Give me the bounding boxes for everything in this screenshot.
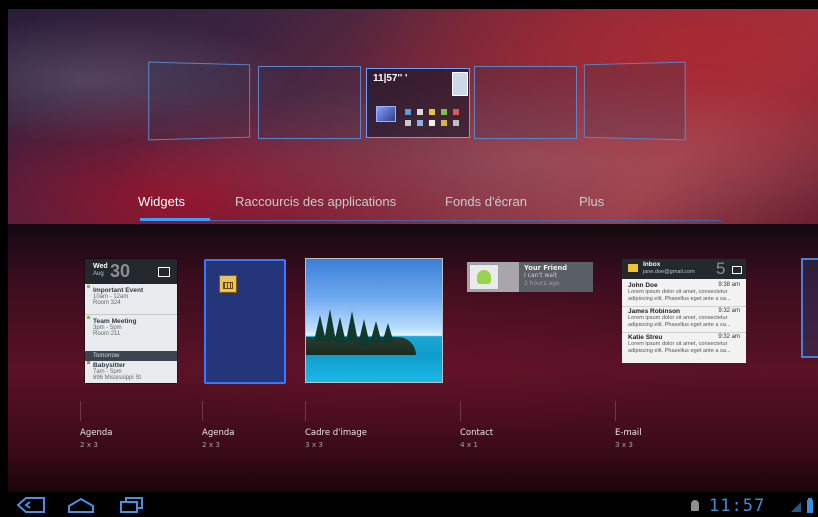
widget-preview-agenda-large[interactable]: Wed Aug 30 Important Event 10am - 12am R…	[85, 259, 177, 383]
compose-icon	[732, 266, 742, 274]
agenda-day-number: 30	[110, 261, 131, 281]
tab-widgets[interactable]: Widgets	[138, 194, 185, 209]
email-snippet: Lorem ipsum dolor sit amet, consectetur	[628, 315, 728, 321]
label-divider	[460, 401, 461, 421]
android-notification-icon[interactable]	[688, 499, 702, 513]
contact-time: 2 hours ago	[524, 280, 560, 287]
calendar-icon	[219, 275, 237, 293]
email-snippet: adipiscing elit. Phasellus eget ante a s…	[628, 322, 731, 328]
homescreen-panel-4[interactable]	[474, 66, 577, 139]
agenda-header: Wed Aug 30	[85, 259, 177, 284]
email-snippet: Lorem ipsum dolor sit amet, consectetur	[628, 341, 728, 347]
email-time: 9:32 am	[718, 334, 740, 340]
tab-app-shortcuts[interactable]: Raccourcis des applications	[235, 194, 396, 209]
photo-tree	[370, 321, 382, 343]
photo-tree	[334, 317, 346, 343]
app-icon	[417, 109, 423, 115]
homescreen-mini-widget	[452, 72, 468, 96]
homescreen-mini-clock: 11|57'' '	[373, 73, 408, 84]
app-icon	[429, 120, 435, 126]
email-item: Katie Streu 9:32 am Lorem ipsum dolor si…	[622, 334, 746, 355]
contact-name: Your Friend	[524, 264, 568, 272]
label-divider	[615, 401, 616, 421]
agenda-event: Babysitter 7am - 5pm 696 Mississippi St	[85, 362, 177, 381]
app-icon	[405, 120, 411, 126]
widget-preview-partial[interactable]	[801, 258, 818, 358]
app-icon	[429, 109, 435, 115]
recent-apps-icon[interactable]	[118, 496, 146, 514]
widget-size: 3 x 3	[305, 440, 323, 449]
email-time: 9:32 am	[718, 308, 740, 314]
homescreen-panel-current[interactable]: 11|57'' '	[366, 68, 470, 138]
contact-avatar	[469, 264, 499, 290]
status-clock: 11:57	[709, 496, 766, 516]
widget-preview-contact[interactable]: Your Friend I can't wait 2 hours ago	[467, 262, 593, 292]
tab-active-indicator	[140, 218, 210, 221]
widget-name: E-mail	[615, 428, 642, 438]
calendar-add-icon	[158, 267, 170, 277]
contact-message-bubble: Your Friend I can't wait 2 hours ago	[519, 262, 593, 292]
email-unread-count: 5	[716, 259, 726, 278]
app-icon	[441, 120, 447, 126]
app-icon	[453, 120, 459, 126]
agenda-tomorrow-label: Tomorrow	[85, 351, 177, 361]
event-place: Room 324	[93, 300, 121, 306]
agenda-event: Important Event 10am - 12am Room 324	[85, 287, 177, 306]
widget-size: 2 x 3	[202, 440, 220, 449]
email-icon	[628, 264, 638, 272]
email-separator	[622, 306, 746, 307]
tab-more[interactable]: Plus	[579, 194, 604, 209]
widget-size: 4 x 1	[460, 440, 478, 449]
app-icon	[405, 109, 411, 115]
homescreen-panel-2[interactable]	[258, 66, 361, 139]
widget-preview-picture-frame[interactable]	[305, 258, 443, 383]
event-title: Important Event	[93, 287, 144, 294]
tab-divider	[140, 220, 721, 221]
email-item: James Robinson 9:32 am Lorem ipsum dolor…	[622, 308, 746, 329]
home-icon[interactable]	[66, 496, 96, 514]
label-divider	[202, 401, 203, 421]
event-place: Room 211	[93, 331, 121, 337]
agenda-month: Aug	[93, 271, 104, 277]
email-item: John Doe 9:38 am Lorem ipsum dolor sit a…	[622, 282, 746, 303]
label-divider	[305, 401, 306, 421]
email-header: Inbox jane.doe@gmail.com 5	[622, 259, 746, 279]
email-inbox-label: Inbox	[643, 261, 661, 268]
widget-size: 3 x 3	[615, 440, 633, 449]
photo-tree	[382, 323, 394, 343]
homescreen-panel-5[interactable]	[583, 61, 686, 141]
agenda-day-name: Wed	[93, 263, 108, 270]
event-place: 696 Mississippi St	[93, 375, 142, 381]
app-icon	[417, 120, 423, 126]
event-title: Babysitter	[93, 362, 126, 369]
widget-name: Contact	[460, 428, 494, 438]
signal-icon	[791, 502, 801, 512]
back-icon[interactable]	[16, 496, 46, 514]
photo-tree	[358, 319, 370, 345]
contact-message: I can't wait	[524, 272, 557, 279]
widget-name: Cadre d'image	[305, 428, 367, 438]
widget-preview-email[interactable]: Inbox jane.doe@gmail.com 5 John Doe 9:38…	[622, 259, 746, 363]
event-title: Team Meeting	[93, 318, 137, 325]
homescreen-panel-1[interactable]	[148, 61, 251, 141]
email-snippet: adipiscing elit. Phasellus eget ante a s…	[628, 348, 731, 354]
label-divider	[80, 401, 81, 421]
photo-tree	[346, 311, 358, 341]
widget-name: Agenda	[202, 428, 235, 438]
agenda-event: Team Meeting 3pm - 5pm Room 211	[85, 318, 177, 337]
app-icon	[441, 109, 447, 115]
email-time: 9:38 am	[718, 282, 740, 288]
homescreen-mini-icon	[376, 106, 396, 122]
widget-name: Agenda	[80, 428, 113, 438]
event-separator	[85, 314, 177, 315]
widget-preview-agenda-small[interactable]	[204, 259, 286, 384]
email-separator	[622, 332, 746, 333]
email-snippet: adipiscing elit. Phasellus eget ante a s…	[628, 296, 731, 302]
email-snippet: Lorem ipsum dolor sit amet, consectetur	[628, 289, 728, 295]
app-icon	[453, 109, 459, 115]
email-account: jane.doe@gmail.com	[643, 269, 695, 275]
widget-size: 2 x 3	[80, 440, 98, 449]
tab-wallpapers[interactable]: Fonds d'écran	[445, 194, 527, 209]
battery-icon	[807, 498, 813, 513]
